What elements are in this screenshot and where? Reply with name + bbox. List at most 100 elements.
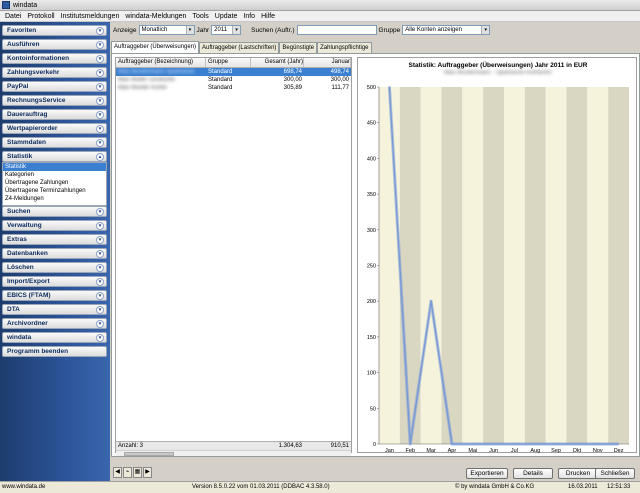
print-button[interactable]: Drucken <box>558 468 598 479</box>
menu-protokoll[interactable]: Protokoll <box>24 13 57 20</box>
sidebar-item-dta[interactable]: DTA ▾ <box>2 304 107 315</box>
sidebar-item-label: Stammdaten <box>7 139 47 146</box>
table-row[interactable]: Max Muster Konto Standard 305,89 111,77 <box>116 84 351 92</box>
sidebar-item-datenbanken[interactable]: Datenbanken ▾ <box>2 248 107 259</box>
menu-datei[interactable]: Datei <box>2 13 24 20</box>
sidebar-item-loeschen[interactable]: Löschen ▾ <box>2 262 107 273</box>
table-row[interactable]: Max Mustermann Sparkasse Standard 698,74… <box>116 68 351 76</box>
cell-januar: 300,00 <box>330 77 349 83</box>
chart-subtitle: Max Mustermann - Sparkasse KölnBonn <box>444 70 552 76</box>
y-tick-label: 300 <box>367 228 376 234</box>
submenu-item-statistik[interactable]: Statistik <box>3 163 106 171</box>
data-point <box>430 300 432 302</box>
chevron-down-icon: ▾ <box>96 334 104 342</box>
close-button[interactable]: Schließen <box>595 468 635 479</box>
sidebar-item-extras[interactable]: Extras ▾ <box>2 234 107 245</box>
column-header-bezeichnung[interactable]: Auftraggeber (Bezeichnung) <box>116 58 206 67</box>
sidebar-item-label: Wertpapierorder <box>7 125 58 132</box>
submenu-item-kategorien[interactable]: Kategorien <box>3 171 106 179</box>
y-tick-label: 400 <box>367 156 376 162</box>
chart-band <box>462 87 484 444</box>
export-button[interactable]: Exportieren <box>466 468 508 479</box>
sidebar-item-rechnungsservice[interactable]: RechnungsService ▾ <box>2 95 107 106</box>
menu-tools[interactable]: Tools <box>189 13 211 20</box>
chevron-down-icon: ▾ <box>185 26 194 34</box>
sidebar-item-kontoinformationen[interactable]: Kontoinformationen ▾ <box>2 53 107 64</box>
suchen-label: Suchen (Auftr.) <box>251 26 295 34</box>
menu-info[interactable]: Info <box>240 13 258 20</box>
chart-band <box>504 87 525 444</box>
chart-icon[interactable]: ⌁ <box>123 467 132 478</box>
gruppe-value: Alle Konten anzeigen <box>405 27 462 33</box>
sidebar-item-wertpapierorder[interactable]: Wertpapierorder ▾ <box>2 123 107 134</box>
data-point <box>555 443 557 445</box>
tab-zahlungspflichtige[interactable]: Zahlungspflichtige <box>317 42 372 53</box>
column-header-gruppe[interactable]: Gruppe <box>206 58 251 67</box>
sidebar-item-statistik[interactable]: Statistik ▴ <box>2 151 107 162</box>
scrollbar-thumb[interactable] <box>124 452 174 456</box>
y-tick-label: 450 <box>367 121 376 127</box>
chevron-down-icon: ▾ <box>96 55 104 63</box>
tab-auftraggeber-lastschriften[interactable]: Auftraggeber (Lastschriften) <box>199 42 280 53</box>
menu-hilfe[interactable]: Hilfe <box>258 13 278 20</box>
details-button[interactable]: Details <box>513 468 553 479</box>
chevron-down-icon: ▾ <box>96 83 104 91</box>
next-icon[interactable]: ▶ <box>143 467 152 478</box>
sidebar-item-stammdaten[interactable]: Stammdaten ▾ <box>2 137 107 148</box>
chevron-down-icon: ▾ <box>96 278 104 286</box>
sidebar-item-zahlungsverkehr[interactable]: Zahlungsverkehr ▾ <box>2 67 107 78</box>
sidebar-item-label: windata <box>7 334 32 341</box>
tab-beguenstigte[interactable]: Begünstigte <box>279 42 318 53</box>
title-bar: windata <box>0 0 640 11</box>
sidebar-item-ebics[interactable]: EBICS (FTAM) ▾ <box>2 290 107 301</box>
chevron-down-icon: ▾ <box>96 69 104 77</box>
cell-januar: 111,77 <box>331 85 349 91</box>
sidebar-item-import-export[interactable]: Import/Export ▾ <box>2 276 107 287</box>
gruppe-select[interactable]: Alle Konten anzeigen ▾ <box>402 25 491 35</box>
x-tick-label: Okt <box>573 448 582 454</box>
jahr-value: 2011 <box>214 27 228 33</box>
sidebar-item-label: Statistik <box>7 153 33 160</box>
column-header-januar[interactable]: Januar <box>304 58 351 67</box>
anzeige-label: Anzeige <box>113 26 137 34</box>
sidebar-item-verwaltung[interactable]: Verwaltung ▾ <box>2 220 107 231</box>
submenu-item-uebertragene-zahlungen[interactable]: Übertragene Zahlungen <box>3 179 106 187</box>
cell-name: Max Müller Girokonto <box>118 77 176 83</box>
jahr-select[interactable]: 2011 ▾ <box>211 25 242 35</box>
menu-institutsmeldungen[interactable]: Institutsmeldungen <box>58 13 123 20</box>
sidebar-item-paypal[interactable]: PayPal ▾ <box>2 81 107 92</box>
tab-auftraggeber-ueberweisungen[interactable]: Auftraggeber (Überweisungen) <box>111 41 200 53</box>
sidebar: Favoriten ▾ Ausführen ▾ Kontoinformationen… <box>0 22 110 481</box>
data-point <box>471 443 474 445</box>
submenu-item-uebertragene-terminzahlungen[interactable]: Übertragene Terminzahlungen <box>3 187 106 195</box>
sidebar-item-favoriten[interactable]: Favoriten ▾ <box>2 25 107 36</box>
suchen-input[interactable] <box>296 25 377 35</box>
y-tick-label: 350 <box>367 192 376 198</box>
cell-name: Max Muster Konto <box>118 85 167 91</box>
sidebar-item-dauerauftrag[interactable]: Dauerauftrag ▾ <box>2 109 107 120</box>
y-tick-label: 250 <box>367 264 376 270</box>
status-time: 12:51:33 <box>607 484 631 490</box>
sidebar-item-windata[interactable]: windata ▾ <box>2 332 107 343</box>
sidebar-item-archivordner[interactable]: Archivordner ▾ <box>2 318 107 329</box>
sidebar-item-label: RechnungsService <box>7 97 66 104</box>
table-icon[interactable]: ▦ <box>133 467 142 478</box>
x-tick-label: Jul <box>511 448 518 454</box>
x-tick-label: Feb <box>406 448 415 454</box>
chevron-down-icon: ▾ <box>96 97 104 105</box>
prev-icon[interactable]: ◀ <box>113 467 122 478</box>
footer-gesamt: 1.304,63 <box>278 443 302 449</box>
menu-windata-meldungen[interactable]: windata-Meldungen <box>122 13 189 20</box>
sidebar-item-suchen[interactable]: Suchen ▾ <box>2 206 107 217</box>
horizontal-scrollbar[interactable] <box>116 450 351 456</box>
anzeige-select[interactable]: Monatlich ▾ <box>138 25 195 35</box>
column-header-gesamt[interactable]: Gesamt (Jahr) <box>251 58 304 67</box>
data-point <box>576 443 578 445</box>
sidebar-item-programm-beenden[interactable]: Programm beenden <box>2 346 107 357</box>
chevron-down-icon: ▾ <box>481 26 490 34</box>
sidebar-item-ausfuehren[interactable]: Ausführen ▾ <box>2 39 107 50</box>
chevron-down-icon: ▾ <box>96 236 104 244</box>
submenu-item-z4-meldungen[interactable]: Z4-Meldungen <box>3 195 106 203</box>
table-row[interactable]: Max Müller Girokonto Standard 300,00 300… <box>116 76 351 84</box>
menu-update[interactable]: Update <box>212 13 241 20</box>
